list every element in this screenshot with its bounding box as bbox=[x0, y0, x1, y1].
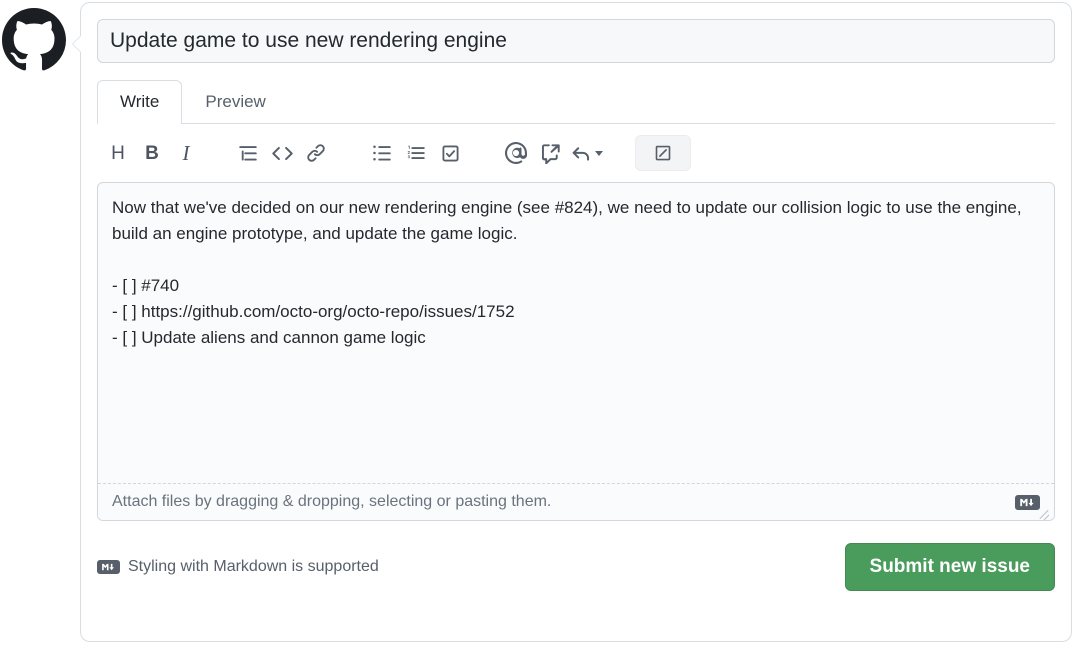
attach-files-label: Attach files by dragging & dropping, sel… bbox=[112, 493, 552, 510]
markdown-glyph bbox=[1020, 498, 1034, 506]
mention-icon-button[interactable] bbox=[499, 136, 533, 170]
chevron-down-icon bbox=[595, 150, 603, 156]
task-list-icon bbox=[441, 144, 459, 162]
task-list-icon-button[interactable] bbox=[433, 136, 467, 170]
github-octocat-icon bbox=[2, 8, 66, 71]
zen-mode-icon bbox=[655, 145, 671, 161]
tab-preview[interactable]: Preview bbox=[182, 80, 288, 123]
code-icon-button[interactable] bbox=[265, 136, 299, 170]
quote-icon-button[interactable] bbox=[231, 136, 265, 170]
editor-footer: Styling with Markdown is supported Submi… bbox=[97, 543, 1055, 593]
saved-replies-icon bbox=[572, 146, 590, 161]
code-icon bbox=[271, 146, 293, 160]
unordered-list-icon-button[interactable] bbox=[365, 136, 399, 170]
avatar[interactable] bbox=[2, 8, 66, 72]
ordered-list-icon-button[interactable] bbox=[399, 136, 433, 170]
zen-mode-icon-button[interactable] bbox=[635, 135, 691, 171]
issue-title-input[interactable] bbox=[97, 19, 1055, 63]
cross-reference-icon bbox=[541, 143, 560, 164]
bold-icon: B bbox=[145, 142, 159, 164]
comment-editor: Attach files by dragging & dropping, sel… bbox=[97, 182, 1055, 521]
bold-icon-button[interactable]: B bbox=[135, 136, 169, 170]
attach-files-row[interactable]: Attach files by dragging & dropping, sel… bbox=[98, 483, 1054, 520]
markdown-icon bbox=[1015, 494, 1040, 510]
submit-new-issue-button[interactable]: Submit new issue bbox=[844, 543, 1055, 591]
italic-icon: I bbox=[182, 140, 190, 165]
mention-icon bbox=[505, 142, 527, 164]
markdown-icon-small bbox=[97, 560, 120, 574]
link-icon-button[interactable] bbox=[299, 136, 333, 170]
unordered-list-icon bbox=[373, 145, 391, 161]
markdown-glyph-small bbox=[102, 563, 114, 571]
markdown-toolbar: H B I bbox=[97, 124, 1055, 182]
heading-icon: H bbox=[111, 142, 125, 164]
editor-tabnav: Write Preview bbox=[97, 80, 1055, 124]
ordered-list-icon bbox=[407, 145, 425, 159]
heading-icon-button[interactable]: H bbox=[101, 136, 135, 170]
markdown-supported-note[interactable]: Styling with Markdown is supported bbox=[97, 558, 379, 576]
saved-replies-button[interactable] bbox=[567, 136, 607, 170]
italic-icon-button[interactable]: I bbox=[169, 136, 203, 170]
cross-reference-icon-button[interactable] bbox=[533, 136, 567, 170]
link-icon bbox=[307, 144, 325, 162]
tab-write[interactable]: Write bbox=[97, 80, 183, 124]
markdown-supported-label: Styling with Markdown is supported bbox=[128, 558, 379, 575]
quote-icon bbox=[239, 146, 257, 161]
issue-body-textarea[interactable] bbox=[98, 183, 1054, 483]
new-issue-page: Write Preview H B I bbox=[0, 0, 1073, 648]
bubble-pointer-inner bbox=[73, 36, 81, 52]
issue-comment-box: Write Preview H B I bbox=[72, 2, 1072, 642]
